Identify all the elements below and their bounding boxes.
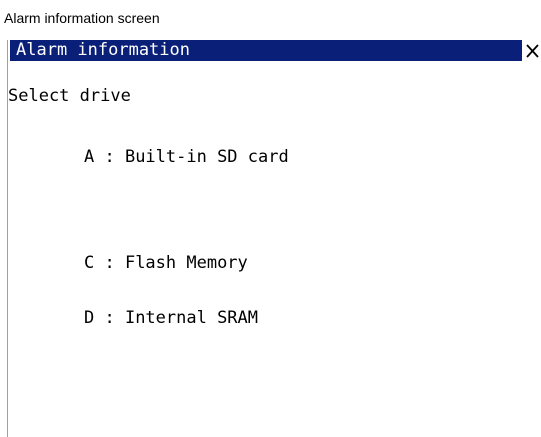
drive-letter: D	[83, 308, 95, 328]
close-icon	[526, 44, 539, 58]
window-title-bar: Alarm information	[10, 40, 522, 61]
select-drive-prompt: Select drive	[8, 86, 131, 106]
drive-letter: A	[83, 147, 95, 167]
close-button[interactable]	[524, 41, 541, 60]
drive-separator: :	[104, 147, 115, 167]
drive-label: Built-in SD card	[124, 147, 289, 167]
drive-label: Flash Memory	[124, 253, 248, 273]
drive-letter: C	[83, 253, 95, 273]
drive-separator: :	[104, 308, 115, 328]
drive-label: Internal SRAM	[124, 308, 259, 328]
drive-separator: :	[104, 253, 115, 273]
drive-option-d[interactable]: D : Internal SRAM	[43, 288, 258, 348]
figure-caption: Alarm information screen	[4, 10, 160, 26]
drive-option-c[interactable]: C : Flash Memory	[43, 233, 248, 293]
alarm-information-screen: Alarm information Select drive A : Built…	[7, 40, 541, 437]
drive-option-a[interactable]: A : Built-in SD card	[43, 127, 289, 187]
window-title: Alarm information	[16, 40, 190, 60]
